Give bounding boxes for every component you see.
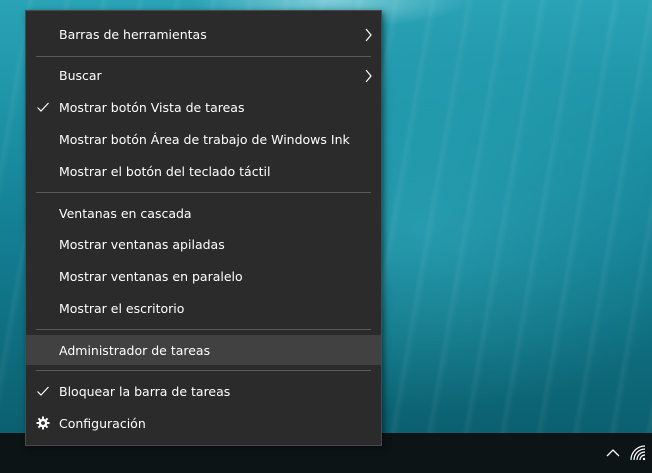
taskbar-context-menu: Barras de herramientas Buscar Mostrar bo… bbox=[25, 10, 382, 446]
menu-separator bbox=[36, 192, 371, 193]
menu-item-stacked-windows[interactable]: Mostrar ventanas apiladas bbox=[26, 230, 381, 259]
checkmark-icon bbox=[37, 386, 49, 396]
menu-item-show-task-view[interactable]: Mostrar botón Vista de tareas bbox=[26, 93, 381, 122]
menu-separator bbox=[36, 56, 371, 57]
menu-item-task-manager[interactable]: Administrador de tareas bbox=[26, 335, 381, 365]
wifi-icon bbox=[630, 445, 646, 461]
menu-item-label: Mostrar el botón del teclado táctil bbox=[59, 164, 271, 179]
gear-icon bbox=[36, 416, 50, 430]
show-hidden-icons-button[interactable] bbox=[603, 444, 623, 462]
menu-item-show-touch-keyboard[interactable]: Mostrar el botón del teclado táctil bbox=[26, 157, 381, 186]
network-button[interactable] bbox=[628, 442, 648, 464]
menu-item-label: Administrador de tareas bbox=[59, 342, 211, 358]
chevron-right-icon bbox=[365, 28, 372, 42]
menu-item-label: Mostrar botón Vista de tareas bbox=[59, 100, 245, 115]
menu-separator bbox=[36, 370, 371, 371]
menu-item-search[interactable]: Buscar bbox=[26, 61, 381, 90]
menu-item-show-desktop[interactable]: Mostrar el escritorio bbox=[26, 294, 381, 323]
menu-item-toolbars[interactable]: Barras de herramientas bbox=[26, 20, 381, 49]
menu-item-label: Mostrar el escritorio bbox=[59, 301, 185, 316]
chevron-right-icon bbox=[365, 69, 372, 83]
menu-item-label: Ventanas en cascada bbox=[59, 206, 192, 221]
menu-item-show-windows-ink[interactable]: Mostrar botón Área de trabajo de Windows… bbox=[26, 125, 381, 154]
menu-item-cascade-windows[interactable]: Ventanas en cascada bbox=[26, 199, 381, 228]
menu-item-label: Buscar bbox=[59, 68, 102, 83]
menu-item-settings[interactable]: Configuración bbox=[26, 409, 381, 438]
menu-item-label: Mostrar ventanas apiladas bbox=[59, 237, 225, 252]
checkmark-icon bbox=[37, 102, 49, 112]
menu-item-side-by-side-windows[interactable]: Mostrar ventanas en paralelo bbox=[26, 262, 381, 291]
menu-item-label: Bloquear la barra de tareas bbox=[59, 384, 231, 399]
menu-item-lock-taskbar[interactable]: Bloquear la barra de tareas bbox=[26, 377, 381, 406]
menu-item-label: Barras de herramientas bbox=[59, 27, 207, 42]
menu-item-label: Configuración bbox=[59, 416, 146, 431]
menu-item-label: Mostrar ventanas en paralelo bbox=[59, 269, 243, 284]
menu-item-label: Mostrar botón Área de trabajo de Windows… bbox=[59, 132, 350, 147]
menu-separator bbox=[36, 329, 371, 330]
chevron-up-icon bbox=[606, 449, 620, 457]
